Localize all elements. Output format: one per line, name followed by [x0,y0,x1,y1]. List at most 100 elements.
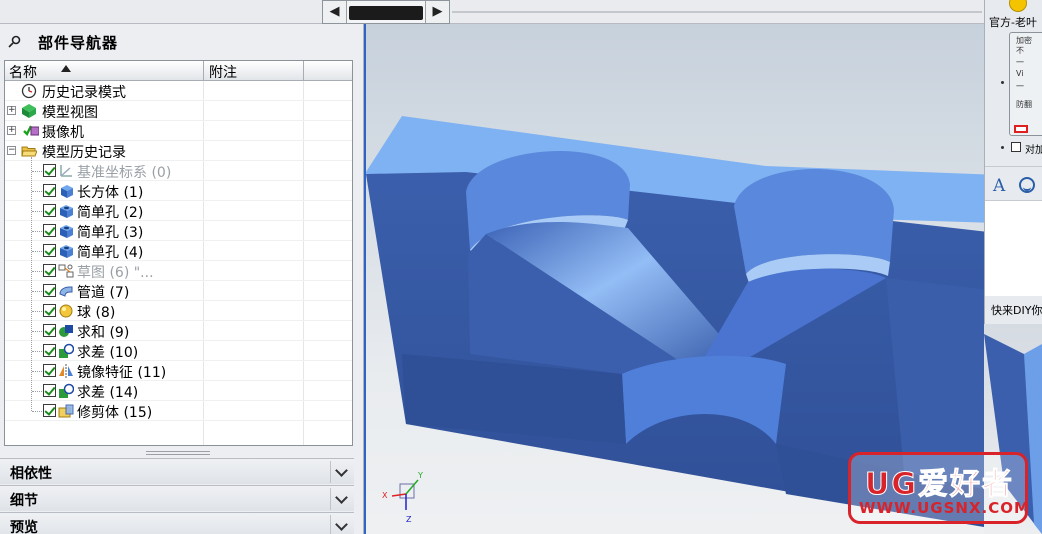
chevron-down-icon[interactable] [330,515,352,534]
feature-checkbox[interactable] [43,184,56,197]
feature-tree-item[interactable]: 草图 (6) "... [5,261,352,281]
tree-connector-line [32,231,42,232]
chat-message-input[interactable] [985,200,1042,296]
feature-checkbox[interactable] [43,284,56,297]
feature-checkbox[interactable] [43,304,56,317]
feature-checkbox[interactable] [43,324,56,337]
feature-tree-item[interactable]: 基准坐标系 (0) [5,161,352,181]
svg-text:Y: Y [417,471,423,480]
feature-tree-item[interactable]: 简单孔 (2) [5,201,352,221]
tree-item-label: 摄像机 [42,125,84,141]
font-style-icon[interactable]: A [993,176,1005,196]
horizontal-scrollbar[interactable]: ◀ ▶ [322,0,450,24]
emoji-icon[interactable] [1019,177,1035,193]
hole-icon [58,203,74,219]
sphere-icon [58,303,74,319]
section-details[interactable]: 细节 [0,485,354,511]
chevron-down-icon[interactable] [330,461,352,483]
tree-connector-line [32,331,42,332]
section-title: 预览 [10,520,38,534]
section-preview[interactable]: 预览 [0,512,354,534]
tree-connector-line [32,311,42,312]
column-name-label: 名称 [9,65,37,81]
option-label[interactable]: 一 [1016,57,1024,68]
model-views-icon [21,103,37,119]
tree-item-label: 模型历史记录 [42,145,126,161]
feature-checkbox[interactable] [43,244,56,257]
clock-icon [21,83,37,99]
expand-icon[interactable]: + [7,126,16,135]
tree-item-label: 求差 (10) [77,345,139,361]
collapse-icon[interactable]: − [7,146,16,155]
folder-open-icon [21,143,38,159]
tree-item-label: 简单孔 (3) [77,225,144,241]
feature-tree-item[interactable]: 简单孔 (4) [5,241,352,261]
feature-checkbox[interactable] [43,404,56,417]
feature-checkbox[interactable] [43,364,56,377]
section-title: 相依性 [10,466,52,482]
tree-connector-line [32,171,42,172]
datum-csys-icon [58,163,74,179]
tree-connector-line [32,211,42,212]
option-checkbox[interactable] [1011,142,1021,152]
tree-item-label: 草图 (6) "... [77,265,154,281]
option-label[interactable]: 一 [1016,81,1024,92]
feature-checkbox[interactable] [43,224,56,237]
sketch-icon [58,263,74,279]
scroll-left-button[interactable]: ◀ [323,1,347,23]
tree-connector-line [32,191,42,192]
tree-node[interactable]: + 摄像机 [5,121,352,141]
smiley-avatar-icon [1009,0,1027,12]
panel-splitter-grip[interactable] [146,451,210,455]
tree-connector-line [32,371,42,372]
site-watermark-logo: UG爱好者 WWW.UGSNX.COM [848,452,1029,524]
chevron-down-icon[interactable] [330,488,352,510]
sort-ascending-icon [61,65,71,72]
feature-tree-item[interactable]: 求和 (9) [5,321,352,341]
subtract-icon [58,343,75,359]
scroll-thumb[interactable] [349,6,423,20]
tree-item-label: 管道 (7) [77,285,130,301]
feature-tree-item[interactable]: 修剪体 (15) [5,401,352,421]
tree-connector-line [32,351,42,352]
column-name-header[interactable]: 名称 [9,62,204,81]
expand-icon[interactable]: + [7,106,16,115]
option-label[interactable]: 不 [1016,45,1024,56]
feature-checkbox[interactable] [43,344,56,357]
tree-connector-line [32,391,42,392]
tree-node[interactable]: + 模型视图 [5,101,352,121]
feature-tree-item[interactable]: 简单孔 (3) [5,221,352,241]
feature-tree[interactable]: 名称 附注 历史记录模式 + 模型视图 + 摄像机 − 模型历史记录基准坐标系 (0) 长方体… [4,60,353,446]
tree-node[interactable]: − 模型历史记录 [5,141,352,161]
highlighted-checkbox[interactable] [1014,125,1028,133]
feature-checkbox[interactable] [43,164,56,177]
chat-title: 官方-老叶 [989,16,1037,29]
panel-title: 部件导航器 [38,34,119,52]
feature-tree-item[interactable]: 管道 (7) [5,281,352,301]
section-title: 细节 [10,493,38,509]
tree-connector-line [32,271,42,272]
feature-tree-item[interactable]: 长方体 (1) [5,181,352,201]
feature-checkbox[interactable] [43,384,56,397]
tree-item-label: 模型视图 [42,105,98,121]
top-toolbar-strip: ◀ ▶ [0,0,1042,24]
section-dependencies[interactable]: 相依性 [0,458,354,484]
svg-text:Z: Z [406,515,412,524]
feature-tree-item[interactable]: 求差 (10) [5,341,352,361]
pin-icon[interactable] [8,34,22,48]
feature-checkbox[interactable] [43,204,56,217]
tree-item-label: 基准坐标系 (0) [77,165,172,181]
feature-tree-item[interactable]: 镜像特征 (11) [5,361,352,381]
feature-tree-item[interactable]: 球 (8) [5,301,352,321]
feature-tree-item[interactable]: 求差 (14) [5,381,352,401]
option-label[interactable]: Vi [1016,69,1024,78]
scroll-right-button[interactable]: ▶ [425,1,449,23]
part-navigator-panel: 部件导航器 名称 附注 历史记录模式 + 模型视图 + 摄像机 − 模型历史记录基准坐标系 … [0,24,364,534]
mirror-icon [58,363,74,379]
options-group: 加密 不 一 Vi 一 防翻 [1009,32,1042,136]
feature-checkbox[interactable] [43,264,56,277]
column-note-header[interactable]: 附注 [209,62,237,82]
tree-connector-line [31,157,32,411]
tree-item-label: 求差 (14) [77,385,139,401]
tree-node[interactable]: 历史记录模式 [5,81,352,101]
